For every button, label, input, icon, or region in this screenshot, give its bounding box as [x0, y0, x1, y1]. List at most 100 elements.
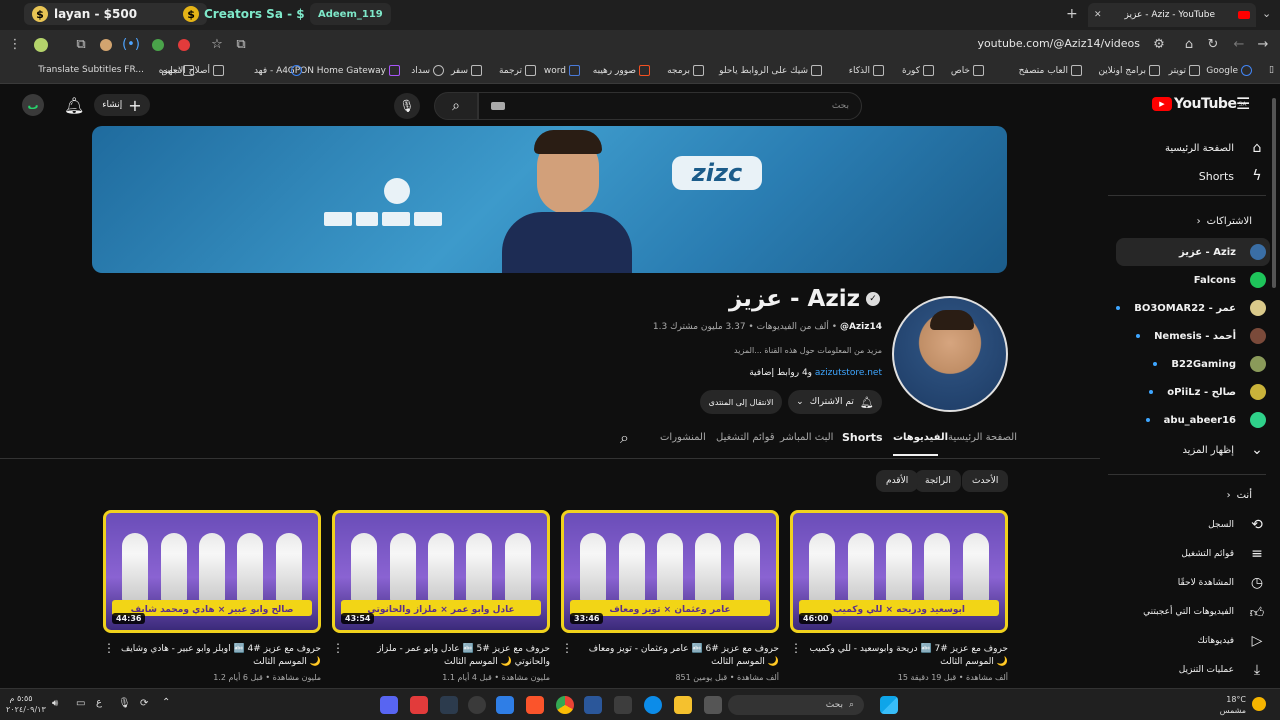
subscription-item[interactable]: Nemesis - أحمد	[1116, 322, 1266, 350]
install-app-icon[interactable]: ⧉	[232, 37, 250, 52]
obs-icon[interactable]	[468, 696, 486, 714]
bookmark-google[interactable]: Google	[1206, 65, 1252, 76]
store-icon[interactable]	[614, 696, 632, 714]
bookmark-education[interactable]: تعليم	[161, 65, 194, 76]
video-title[interactable]: حروف مع عزيز #5 🔤 عادل وابو عمر - ملزاز …	[332, 643, 550, 669]
channel-description[interactable]: مزيد من المعلومات حول هذه القناة ...المز…	[560, 346, 882, 355]
go-to-community-button[interactable]: الانتقال إلى المنتدى	[700, 390, 782, 414]
video-card[interactable]: صالح وابو عبير × هادي ومحمد شايف 44:36 ح…	[103, 510, 321, 682]
account-avatar[interactable]: ٮ	[22, 94, 44, 116]
app-red-icon[interactable]	[410, 696, 428, 714]
address-bar[interactable]: youtube.com/@Aziz14/videos	[700, 37, 1140, 53]
subscription-item[interactable]: Falcons	[1116, 266, 1266, 294]
bookmark-fahad-a4[interactable]: فهد - A4	[254, 65, 302, 76]
bookmarks-more-icon[interactable]: ▯	[1269, 65, 1274, 75]
taskbar-search[interactable]: بحث ⌕	[728, 695, 864, 715]
subscription-item[interactable]: عزيز - Aziz	[1116, 238, 1266, 266]
video-card[interactable]: ابوسعيد ودريحه × للي وكميب 46:00 حروف مع…	[790, 510, 1008, 682]
sidebar-item-home[interactable]: الصفحة الرئيسية ⌂	[1116, 134, 1266, 162]
video-title[interactable]: حروف مع عزيز #4 🔤 اوبلز وابو عبير - هادي…	[103, 643, 321, 669]
channel-avatar[interactable]	[892, 296, 1008, 412]
extensions-icon[interactable]: ⧉	[72, 37, 90, 52]
bookmark-sadad[interactable]: سداد	[411, 65, 444, 76]
menu-dots-icon[interactable]: ⋮	[6, 37, 24, 52]
sidebar-scrollbar[interactable]	[1272, 98, 1276, 288]
video-thumbnail[interactable]: ابوسعيد ودريحه × للي وكميب 46:00	[790, 510, 1008, 633]
search-input[interactable]: بحث	[478, 92, 862, 120]
search-button[interactable]: ⌕	[434, 92, 478, 120]
subscriptions-header[interactable]: › الاشتراكات	[1197, 216, 1252, 227]
task-view-icon[interactable]	[704, 696, 722, 714]
sidebar-item-shorts[interactable]: Shorts ϟ	[1116, 162, 1266, 190]
sidebar-item-playlists[interactable]: قوائم التشغيل ≡	[1116, 540, 1266, 568]
subscription-item[interactable]: B22Gaming	[1116, 350, 1266, 378]
bookmark-private[interactable]: خاص	[951, 65, 984, 76]
subscription-item[interactable]: oPiiLz - صالح	[1116, 378, 1266, 406]
bookmark-ai[interactable]: الذكاء	[849, 65, 884, 76]
channel-search-icon[interactable]: ⌕	[620, 428, 629, 448]
notifications-bell-icon[interactable]: 🔔︎	[64, 96, 84, 115]
sidebar-item-your-videos[interactable]: فيديوهاتك ▷	[1116, 627, 1266, 655]
tab-posts[interactable]: المنشورات	[660, 432, 706, 443]
active-tab[interactable]: ✕ عزيز - Aziz - YouTube	[1088, 3, 1256, 27]
tab-shorts[interactable]: Shorts	[842, 431, 883, 444]
video-title[interactable]: حروف مع عزيز #6 🔤 عامر وعثمان - تويز ومع…	[561, 643, 779, 669]
video-thumbnail[interactable]: عادل وابو عمر × ملزاز والحانوتي 43:54	[332, 510, 550, 633]
globe-extension-icon[interactable]	[152, 39, 164, 51]
tab-playlists[interactable]: قوائم التشغيل	[716, 432, 775, 443]
channel-links[interactable]: و4 روابط إضافية azizutstore.net	[560, 368, 882, 378]
new-tab-icon[interactable]: +	[1066, 6, 1078, 22]
bookmark-online-apps[interactable]: برامج اونلاين	[1098, 65, 1160, 76]
wifi-extension-icon[interactable]: (•)	[122, 37, 140, 52]
more-options-icon[interactable]: ⋮	[103, 641, 115, 655]
more-options-icon[interactable]: ⋮	[561, 641, 573, 655]
sidebar-item-liked-videos[interactable]: الفيديوهات التي أعجبتني 👍︎	[1116, 598, 1266, 626]
filter-oldest[interactable]: الأقدم	[876, 470, 919, 492]
video-title[interactable]: حروف مع عزيز #7 🔤 دريحة وابوسعيد - للي و…	[790, 643, 1008, 669]
forward-icon[interactable]: ←	[1230, 37, 1248, 52]
discord-icon[interactable]	[380, 696, 398, 714]
bookmark-gpon[interactable]: GPON Home Gateway	[288, 65, 400, 76]
home-icon[interactable]: ⌂	[1180, 37, 1198, 52]
hamburger-menu-icon[interactable]: ☰	[1236, 94, 1250, 113]
tab-home[interactable]: الصفحة الرئيسية	[948, 432, 1017, 443]
profile-avatar[interactable]	[34, 38, 48, 52]
bookmark-programming[interactable]: برمجه	[667, 65, 704, 76]
video-thumbnail[interactable]: صالح وابو عبير × هادي ومحمد شايف 44:36	[103, 510, 321, 633]
sidebar-item-downloads[interactable]: عمليات التنزيل ⤓	[1116, 656, 1266, 684]
bookmark-translate[interactable]: ترجمة	[499, 65, 536, 76]
tab-search-icon[interactable]: ⌄	[1262, 7, 1271, 20]
bookmark-football[interactable]: كورة	[902, 65, 934, 76]
video-card[interactable]: عامر وعثمان × تويز ومعاف 33:46 حروف مع ع…	[561, 510, 779, 682]
tab-live[interactable]: البث المباشر	[780, 432, 833, 443]
video-thumbnail[interactable]: عامر وعثمان × تويز ومعاف 33:46	[561, 510, 779, 633]
edge-icon[interactable]	[644, 696, 662, 714]
show-more-button[interactable]: إظهار المزيد ⌄	[1116, 436, 1266, 464]
volume-icon[interactable]: 🔊︎	[52, 698, 58, 709]
site-settings-icon[interactable]: ⚙	[1150, 37, 1168, 52]
subscription-item[interactable]: abu_abeer16	[1116, 406, 1266, 434]
app-blue-icon[interactable]	[496, 696, 514, 714]
keyboard-icon[interactable]	[491, 102, 505, 110]
more-options-icon[interactable]: ⋮	[332, 641, 344, 655]
tab-layan[interactable]: $ layan - $500 $	[24, 3, 208, 25]
subscribed-button[interactable]: ⌄ تم الاشتراك 🔔︎	[788, 390, 882, 414]
bookmark-check-links[interactable]: شيك على الروابط ياحلو	[719, 65, 822, 76]
clock[interactable]: ٥:٥٥ م ٢٠٢٤/٠٩/١٣	[6, 693, 46, 715]
close-icon[interactable]: ✕	[1094, 10, 1102, 20]
tab-videos[interactable]: الفيديوهات	[893, 432, 948, 443]
mic-icon[interactable]: 🎙︎	[118, 698, 131, 709]
windows-start-icon[interactable]	[880, 696, 898, 714]
weather-widget[interactable]: 18°C مشمس	[1212, 694, 1246, 716]
language-indicator[interactable]: ع	[96, 697, 102, 708]
file-explorer-icon[interactable]	[674, 696, 692, 714]
filter-latest[interactable]: الأحدث	[962, 470, 1009, 492]
create-button[interactable]: إنشاء +	[94, 94, 150, 116]
you-header[interactable]: › أنت	[1227, 490, 1252, 501]
show-hidden-icons[interactable]: ⌃	[162, 697, 170, 708]
back-icon[interactable]: →	[1254, 37, 1272, 52]
bookmark-star-icon[interactable]: ☆	[208, 37, 226, 52]
word-icon[interactable]	[584, 696, 602, 714]
subscription-item[interactable]: BO3OMAR22 - عمر	[1116, 294, 1266, 322]
voice-search-icon[interactable]: 🎙︎	[394, 93, 420, 119]
